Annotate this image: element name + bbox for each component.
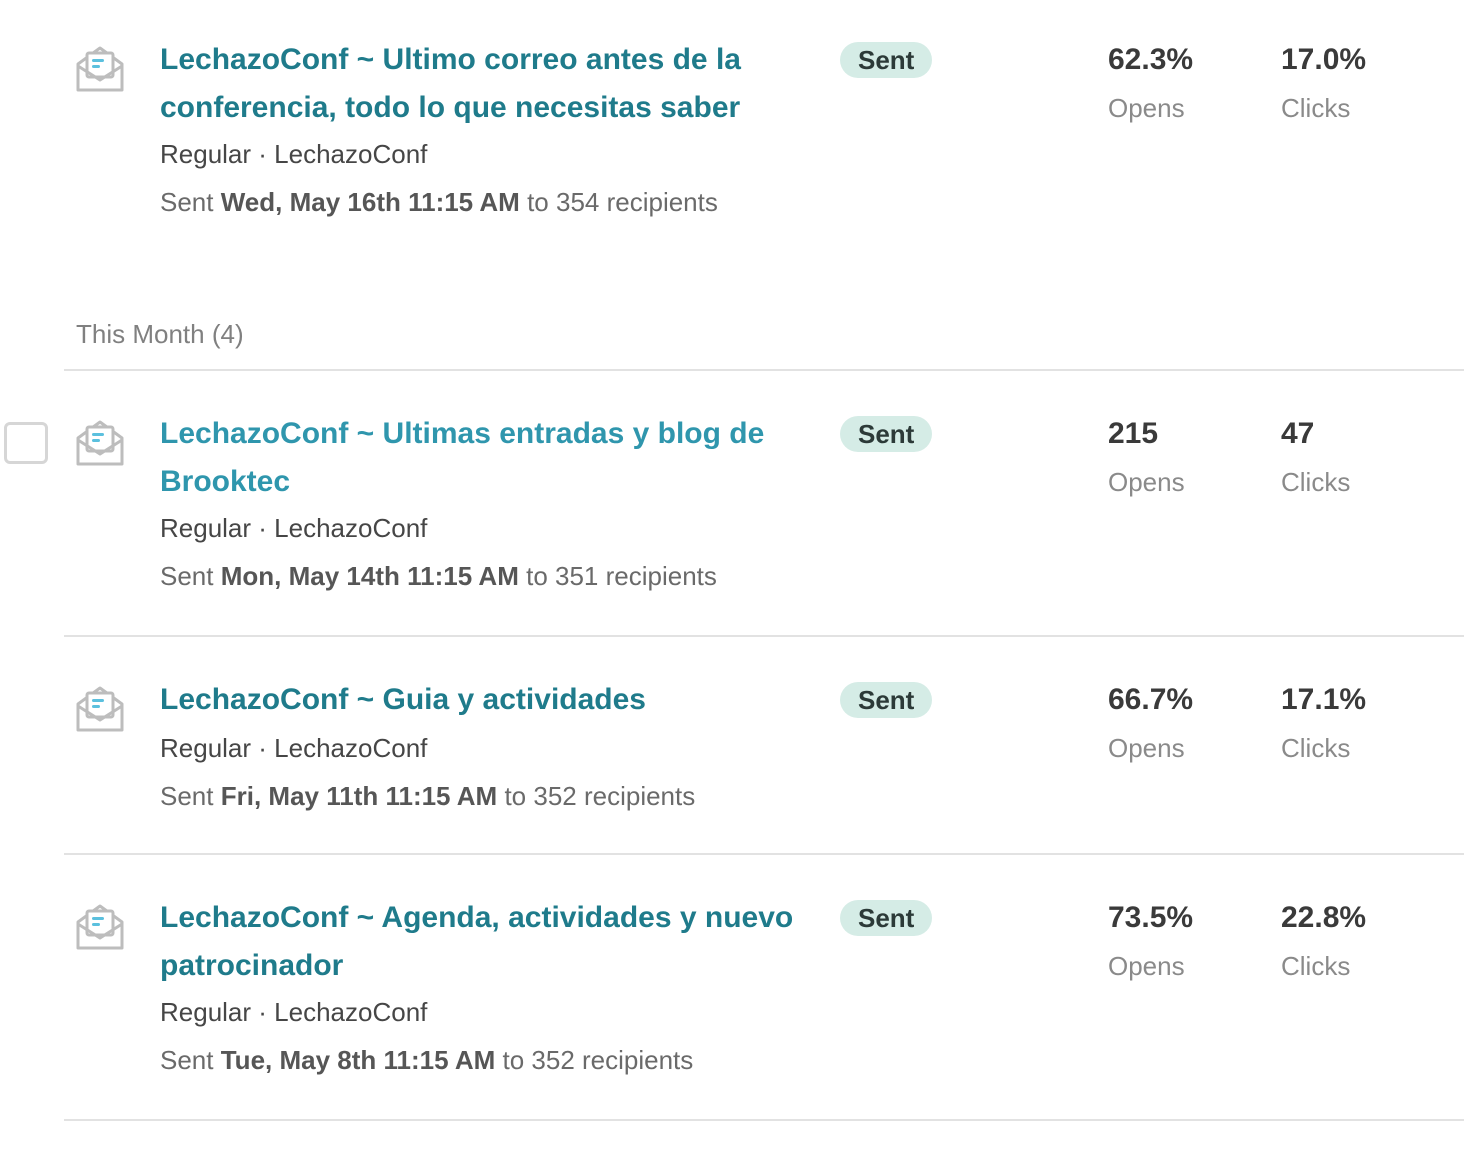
campaign-title-link[interactable]: LechazoConf ~ Ultimo correo antes de la … — [160, 36, 810, 132]
campaign-row[interactable]: LechazoConf ~ Guia y actividades Regular… — [0, 637, 1464, 853]
status-badge: Sent — [840, 42, 933, 78]
campaign-title-link[interactable]: LechazoConf ~ Ultimas entradas y blog de… — [160, 410, 810, 506]
envelope-open-icon — [76, 686, 124, 732]
campaign-type-list: Regular · LechazoConf — [160, 733, 428, 763]
opens-value: 215 — [1108, 417, 1159, 450]
envelope-open-icon — [76, 420, 124, 466]
envelope-open-icon — [76, 904, 124, 950]
clicks-value: 47 — [1281, 417, 1315, 450]
opens-value: 73.5% — [1108, 901, 1194, 934]
campaign-type-list: Regular · LechazoConf — [160, 139, 428, 169]
clicks-label: Clicks — [1281, 467, 1351, 497]
campaign-row[interactable]: LechazoConf ~ Ultimo correo antes de la … — [0, 0, 1464, 260]
status-badge: Sent — [840, 900, 933, 936]
campaign-type-list: Regular · LechazoConf — [160, 513, 428, 543]
clicks-value: 17.0% — [1281, 43, 1367, 76]
campaign-sent-info: Sent Fri, May 11th 11:15 AM to 352 recip… — [160, 781, 696, 811]
campaign-sent-info: Sent Tue, May 8th 11:15 AM to 352 recipi… — [160, 1045, 694, 1075]
divider — [64, 1119, 1464, 1121]
opens-value: 62.3% — [1108, 43, 1194, 76]
clicks-label: Clicks — [1281, 951, 1351, 981]
campaign-sent-info: Sent Wed, May 16th 11:15 AM to 354 recip… — [160, 187, 718, 217]
campaign-sent-info: Sent Mon, May 14th 11:15 AM to 351 recip… — [160, 561, 717, 591]
status-badge: Sent — [840, 416, 933, 452]
opens-label: Opens — [1108, 951, 1185, 981]
clicks-value: 17.1% — [1281, 683, 1367, 716]
opens-label: Opens — [1108, 733, 1185, 763]
opens-label: Opens — [1108, 93, 1185, 123]
clicks-label: Clicks — [1281, 733, 1351, 763]
campaign-row[interactable]: LechazoConf ~ Ultimas entradas y blog de… — [0, 371, 1464, 635]
campaign-title-link[interactable]: LechazoConf ~ Guia y actividades — [160, 676, 810, 724]
section-header-this-month: This Month (4) — [76, 319, 244, 349]
campaign-row[interactable]: LechazoConf ~ Agenda, actividades y nuev… — [0, 855, 1464, 1119]
row-select-checkbox[interactable] — [4, 422, 48, 464]
status-badge: Sent — [840, 682, 933, 718]
envelope-open-icon — [76, 46, 124, 92]
campaign-title-link[interactable]: LechazoConf ~ Agenda, actividades y nuev… — [160, 894, 810, 990]
opens-label: Opens — [1108, 467, 1185, 497]
clicks-value: 22.8% — [1281, 901, 1367, 934]
campaign-type-list: Regular · LechazoConf — [160, 997, 428, 1027]
opens-value: 66.7% — [1108, 683, 1194, 716]
clicks-label: Clicks — [1281, 93, 1351, 123]
